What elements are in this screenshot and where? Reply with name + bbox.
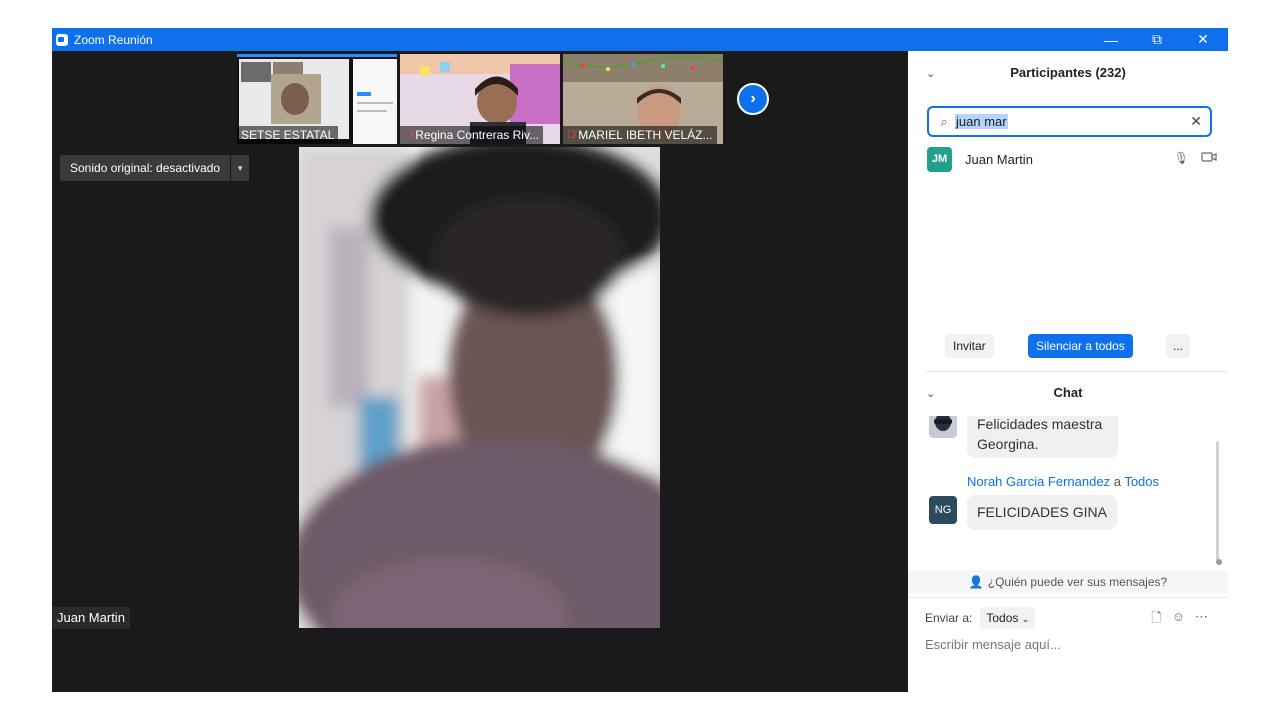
participants-header: ⌄ Participantes (232) [908,51,1228,97]
recipient-name[interactable]: Todos [1124,474,1159,489]
close-button[interactable]: ✕ [1180,28,1226,51]
sender-avatar [929,416,957,438]
title-bar: Zoom Reunión — ⧉ ✕ [52,28,1228,51]
participants-actions: Invitar Silenciar a todos ... [908,334,1228,358]
avatar: JM [927,146,952,172]
muted-mic-icon: 🎙̸ [567,129,576,141]
participant-thumbnail[interactable]: 🎙̸ Regina Contreras Riv... [400,54,560,144]
microphone-icon[interactable]: 🎙 [1174,151,1189,165]
send-to-label: Enviar a: [925,611,973,625]
window-title: Zoom Reunión [74,32,153,47]
chevron-right-icon: › [750,90,756,107]
chat-message-bubble: FELICIDADES GINA [967,495,1117,530]
sender-name[interactable]: Norah Garcia Fernandez [967,474,1110,489]
next-page-button[interactable]: › [737,83,769,115]
send-to-dropdown[interactable]: Todos ⌄ [980,607,1036,629]
chat-tools: 🗋 ☺ ⋯ [1151,609,1208,631]
video-stage: SETSE ESTATAL 🎙̸Regina Contreras Riv... [52,51,908,692]
active-speaker-name: Juan Martin [52,607,130,629]
chat-divider [908,597,1228,598]
participant-name: SETSE ESTATAL [237,126,339,144]
sender-connector: a [1113,474,1121,489]
chevron-down-icon[interactable]: ▾ [231,155,250,181]
zoom-app-icon [56,33,68,46]
search-icon: ⌕ [940,113,948,129]
person-visibility-icon: 👤 [968,575,984,589]
chevron-down-icon: ⌄ [1021,614,1030,624]
original-sound-label[interactable]: Sonido original: desactivado [60,155,231,181]
chat-message-bubble: Felicidades maestra Georgina. [967,416,1118,458]
participant-list-item[interactable]: JM Juan Martin 🎙 [927,146,1217,172]
panel-divider [926,371,1228,372]
invite-button[interactable]: Invitar [945,334,994,358]
video-camera-icon[interactable] [1201,151,1217,163]
send-to-row: Enviar a: Todos ⌄ [925,607,1036,629]
chat-message-input[interactable]: Escribir mensaje aquí... [925,637,1061,652]
participant-name: Juan Martin [965,151,1033,167]
original-sound-control[interactable]: Sonido original: desactivado ▾ [60,155,250,181]
minimize-button[interactable]: — [1088,28,1134,51]
side-panel: ⌄ Participantes (232) ⌕ juan mar ✕ JM Ju… [908,51,1228,692]
participant-thumbnail[interactable]: SETSE ESTATAL [237,54,397,144]
speaker-video-frame [299,147,660,628]
zoom-window: Zoom Reunión — ⧉ ✕ SETSE ESTATAL 🎙̸ Regi… [52,28,1228,692]
active-speaker-video [299,147,660,628]
chat-sender-line: Norah Garcia Fernandez a Todos [967,474,1159,489]
who-can-see-messages[interactable]: 👤 ¿Quién puede ver sus mensajes? [908,570,1228,594]
chat-title: Chat [1053,385,1083,400]
participant-search-input[interactable]: ⌕ juan mar ✕ [927,106,1212,137]
search-value[interactable]: juan mar [955,114,1008,129]
participant-thumbnail[interactable]: 🎙̸ MARIEL IBETH VELÁZ... [563,54,723,144]
more-options-button[interactable]: ... [1166,334,1190,358]
more-icon[interactable]: ⋯ [1195,609,1208,631]
file-icon[interactable]: 🗋 [1151,609,1161,631]
scrollbar-thumb[interactable] [1216,559,1222,565]
emoji-icon[interactable]: ☺ [1172,609,1185,631]
clear-search-icon[interactable]: ✕ [1190,113,1202,130]
restore-button[interactable]: ⧉ [1134,28,1180,51]
participant-name: 🎙̸ Regina Contreras Riv... [400,126,544,144]
avatar: NG [929,496,957,524]
muted-mic-icon: 🎙̸ [404,129,413,141]
mute-all-button[interactable]: Silenciar a todos [1028,334,1133,358]
chat-messages[interactable]: Felicidades maestra Georgina. Norah Garc… [908,416,1228,566]
chat-scrollbar[interactable] [1216,441,1219,561]
participants-title: Participantes (232) [1010,65,1126,80]
participant-name: 🎙̸ MARIEL IBETH VELÁZ... [563,126,717,144]
